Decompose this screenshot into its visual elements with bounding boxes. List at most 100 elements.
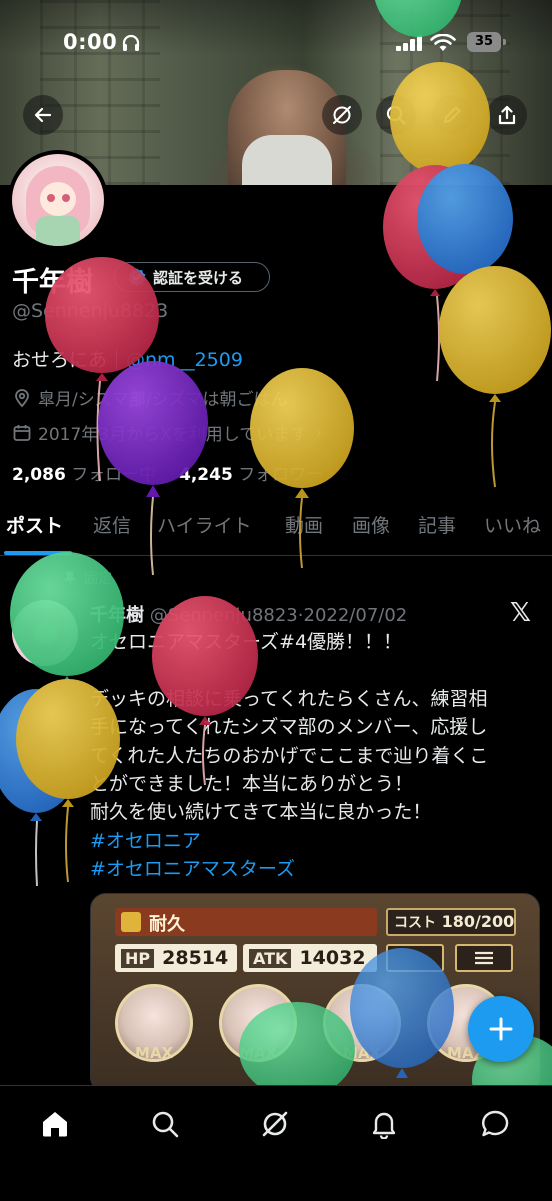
post-image[interactable]: 耐久 コスト 180/200 HP 28514 ATK 14032 MAX MAX … <box>90 893 540 1093</box>
location-pin-icon <box>15 388 29 407</box>
tab-replies[interactable]: 返信 <box>93 511 131 538</box>
pinned-label: 固定 <box>84 571 112 587</box>
plus-icon <box>489 1017 513 1041</box>
post-line: 耐久を使い続けてきて本当に良かった！ <box>90 801 432 824</box>
hashtag-link[interactable]: #オセロニア <box>90 827 540 855</box>
compose-button[interactable] <box>468 996 534 1062</box>
game-button <box>386 944 444 972</box>
tab-articles[interactable]: 記事 <box>418 511 456 538</box>
status-bar: 0:00 35 <box>0 30 552 62</box>
grok-icon <box>262 1111 288 1137</box>
following-label: フォロー中 <box>71 465 157 485</box>
battery-tip <box>503 39 506 45</box>
deck-icon <box>121 912 141 932</box>
profile-tabs: ポスト 返信 ハイライト 動画 画像 記事 いいね <box>0 505 552 556</box>
profile-avatar[interactable] <box>8 150 108 250</box>
bottom-navigation <box>0 1085 552 1201</box>
post-author-handle[interactable]: @Sennenju8823 <box>150 605 298 626</box>
back-button[interactable] <box>23 95 63 135</box>
location-text: 皐月/シズマ部/シズマは朝ごはん <box>38 390 288 410</box>
grok-icon <box>333 106 351 124</box>
tab-highlights[interactable]: ハイライト <box>157 511 252 538</box>
deck-name: 耐久 <box>149 914 185 935</box>
unit-max-badge: MAX <box>134 1044 174 1062</box>
nav-notifications[interactable] <box>364 1104 404 1144</box>
post-line: とができました！本当にありがとう！ <box>90 772 414 795</box>
search-button[interactable] <box>376 95 416 135</box>
cost-label: コスト <box>394 915 436 931</box>
menu-icon <box>475 951 493 965</box>
profile-bio: おせろにあ｜@nm__2509 <box>12 345 243 372</box>
balloon <box>0 689 81 887</box>
following-count: 2,086 <box>12 465 66 485</box>
post-line: てくれた人たちのおかげでここまで辿り着くこ <box>90 744 489 767</box>
message-icon <box>481 1110 509 1137</box>
post-line: 手になってくれたシズマ部のメンバー、応援し <box>90 716 488 739</box>
status-time: 0:00 <box>63 30 118 54</box>
profile-handle: @Sennenju8823 <box>12 300 169 322</box>
hashtag-link[interactable]: #オセロニアマスターズ <box>90 855 540 883</box>
profile-joined[interactable]: 2017年3月からXを利用しています › <box>12 420 322 445</box>
wifi-icon <box>430 34 456 51</box>
verified-badge-icon <box>128 268 146 286</box>
x-logo-icon: 𝕏 <box>510 598 531 628</box>
grok-button[interactable] <box>322 95 362 135</box>
post-author-name[interactable]: 千年樹 <box>90 605 144 626</box>
post-date[interactable]: 2022/07/02 <box>304 605 408 626</box>
nav-home[interactable] <box>35 1104 75 1144</box>
followers-count: 4,245 <box>179 465 233 485</box>
get-verified-button[interactable]: 認証を受ける <box>114 262 270 292</box>
atk-value: 14032 <box>299 947 366 969</box>
bell-icon <box>372 1112 396 1139</box>
pinned-indicator: 固定 <box>62 568 112 588</box>
following-link[interactable]: 2,086 フォロー中 <box>12 465 156 485</box>
cost-value: 180/200 <box>441 912 515 931</box>
edit-button[interactable] <box>432 95 472 135</box>
bio-text: おせろにあ｜ <box>12 349 127 371</box>
share-button[interactable] <box>487 95 527 135</box>
joined-text: 2017年3月からXを利用しています <box>38 425 308 445</box>
post-header: 千年樹 @Sennenju8823·2022/07/02 <box>90 601 407 627</box>
followers-link[interactable]: 4,245 フォロワー <box>179 465 323 485</box>
nav-search[interactable] <box>145 1104 185 1144</box>
post-line: デッキの相談に乗ってくれたらくさん、練習相 <box>90 687 488 710</box>
nav-grok[interactable] <box>255 1104 295 1144</box>
arrow-left-icon <box>34 107 52 123</box>
search-icon <box>152 1111 179 1138</box>
battery-indicator: 35 <box>467 32 501 52</box>
game-menu-button <box>455 944 513 972</box>
deck-hp: HP 28514 <box>115 944 237 972</box>
follow-stats: 2,086 フォロー中 4,245 フォロワー <box>12 460 323 485</box>
post-author-avatar[interactable] <box>12 600 78 666</box>
balloon <box>383 165 487 382</box>
hp-value: 28514 <box>162 947 229 969</box>
unit-max-badge: MAX <box>342 1044 382 1062</box>
calendar-icon <box>13 424 31 441</box>
hp-label: HP <box>121 949 155 968</box>
unit-max-badge: MAX <box>238 1044 278 1062</box>
deck-atk: ATK 14032 <box>243 944 377 972</box>
pin-icon <box>63 571 77 585</box>
post-line <box>90 656 540 684</box>
tab-videos[interactable]: 動画 <box>285 511 323 538</box>
headphones-icon <box>122 34 140 51</box>
share-icon <box>498 105 516 125</box>
post-text[interactable]: オセロニアマスターズ#4優勝！！！ デッキの相談に乗ってくれたらくさん、練習相 … <box>90 628 540 884</box>
bio-mention-link[interactable]: @nm__2509 <box>126 349 243 371</box>
deck-cost: コスト 180/200 <box>386 908 516 936</box>
tab-posts[interactable]: ポスト <box>6 511 63 538</box>
profile-display-name: 千年樹 <box>12 267 93 298</box>
followers-label: フォロワー <box>238 465 324 485</box>
deck-name-bar: 耐久 <box>115 908 377 936</box>
active-tab-indicator <box>4 551 72 555</box>
signal-icon <box>396 35 422 51</box>
tab-media[interactable]: 画像 <box>352 511 390 538</box>
search-icon <box>386 105 406 125</box>
post-line: オセロニアマスターズ#4優勝！！！ <box>90 631 403 653</box>
avatar-image <box>12 154 104 246</box>
chevron-right-icon: › <box>315 422 323 443</box>
nav-messages[interactable] <box>475 1104 515 1144</box>
pencil-icon <box>444 106 461 123</box>
deck-units: MAX MAX MAX MAX <box>111 984 531 1092</box>
tab-likes[interactable]: いいね <box>484 511 541 538</box>
